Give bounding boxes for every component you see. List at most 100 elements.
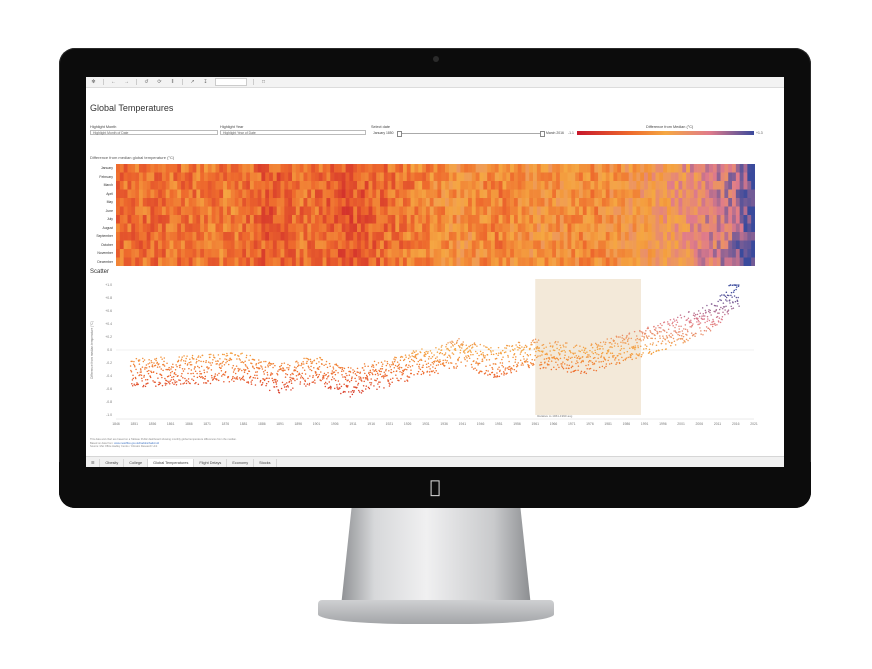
scatter-point[interactable] <box>545 357 548 360</box>
heatmap-cell[interactable] <box>724 249 729 258</box>
heatmap-cell[interactable] <box>131 172 136 182</box>
scatter-point[interactable] <box>597 357 599 359</box>
scatter-point[interactable] <box>161 376 163 379</box>
heatmap-cell[interactable] <box>739 181 744 190</box>
heatmap-cell[interactable] <box>498 181 503 190</box>
heatmap-cell[interactable] <box>678 223 683 233</box>
scatter-point[interactable] <box>267 380 270 383</box>
heatmap-cell[interactable] <box>150 189 155 199</box>
heatmap-cell[interactable] <box>601 223 607 233</box>
heatmap-cell[interactable] <box>709 232 714 241</box>
heatmap-cell[interactable] <box>299 181 304 190</box>
heatmap-cell[interactable] <box>292 223 297 233</box>
heatmap-cell[interactable] <box>135 189 140 199</box>
scatter-point[interactable] <box>473 342 476 344</box>
heatmap-cell[interactable] <box>686 232 691 241</box>
heatmap-cell[interactable] <box>391 215 396 224</box>
heatmap-cell[interactable] <box>728 215 733 224</box>
heatmap-cell[interactable] <box>181 240 186 250</box>
scatter-point[interactable] <box>584 370 586 373</box>
scatter-point[interactable] <box>235 365 238 367</box>
heatmap-cell[interactable] <box>223 223 228 233</box>
scatter-point[interactable] <box>413 351 416 354</box>
scatter-point[interactable] <box>518 341 521 344</box>
scatter-point[interactable] <box>456 339 459 342</box>
scatter-point[interactable] <box>179 379 181 382</box>
scatter-point[interactable] <box>704 309 707 312</box>
heatmap-cell[interactable] <box>448 198 454 207</box>
heatmap-cell[interactable] <box>299 215 304 224</box>
scatter-point[interactable] <box>613 345 616 347</box>
scatter-point[interactable] <box>197 355 200 357</box>
scatter-point[interactable] <box>377 362 380 364</box>
heatmap-cell[interactable] <box>517 257 522 267</box>
scatter-point[interactable] <box>560 346 562 349</box>
heatmap-cell[interactable] <box>314 198 320 207</box>
scatter-point[interactable] <box>409 360 411 363</box>
heatmap-cell[interactable] <box>318 232 323 241</box>
heatmap-cell[interactable] <box>292 189 297 199</box>
scatter-point[interactable] <box>271 377 273 380</box>
scatter-point[interactable] <box>154 358 156 360</box>
scatter-point[interactable] <box>395 370 398 372</box>
scatter-point[interactable] <box>719 321 722 324</box>
scatter-point[interactable] <box>390 371 393 374</box>
heatmap-cell[interactable] <box>624 189 630 199</box>
heatmap-cell[interactable] <box>429 257 434 267</box>
heatmap-cell[interactable] <box>307 249 312 258</box>
heatmap-cell[interactable] <box>391 189 396 199</box>
scatter-point[interactable] <box>275 381 277 383</box>
scatter-point[interactable] <box>304 380 307 383</box>
heatmap-cell[interactable] <box>640 181 645 190</box>
scatter-point[interactable] <box>392 363 395 366</box>
scatter-point[interactable] <box>464 358 466 361</box>
heatmap-cell[interactable] <box>131 249 136 258</box>
heatmap-cell[interactable] <box>123 232 128 241</box>
heatmap-cell[interactable] <box>395 232 400 241</box>
heatmap-cell[interactable] <box>743 189 748 199</box>
scatter-point[interactable] <box>642 352 644 354</box>
scatter-point[interactable] <box>423 354 426 356</box>
heatmap-cell[interactable] <box>693 240 698 250</box>
scatter-point[interactable] <box>217 360 219 362</box>
heatmap-cell[interactable] <box>364 232 369 241</box>
heatmap-cell[interactable] <box>341 181 346 190</box>
scatter-point[interactable] <box>594 351 597 354</box>
scatter-point[interactable] <box>231 367 234 369</box>
heatmap-cell[interactable] <box>540 181 545 190</box>
heatmap-cell[interactable] <box>234 181 239 190</box>
heatmap-cell[interactable] <box>674 198 679 207</box>
heatmap-cell[interactable] <box>456 215 461 224</box>
heatmap-cell[interactable] <box>670 172 675 182</box>
heatmap-cell[interactable] <box>165 189 170 199</box>
scatter-point[interactable] <box>616 343 619 345</box>
heatmap-cell[interactable] <box>337 232 343 241</box>
scatter-point[interactable] <box>403 358 406 361</box>
scatter-point[interactable] <box>460 347 463 349</box>
heatmap-cell[interactable] <box>743 257 748 267</box>
scatter-point[interactable] <box>419 368 422 371</box>
scatter-point[interactable] <box>390 368 393 371</box>
heatmap-cell[interactable] <box>632 164 637 173</box>
heatmap-cell[interactable] <box>712 257 718 267</box>
heatmap-cell[interactable] <box>533 257 538 267</box>
heatmap-cell[interactable] <box>456 249 461 258</box>
scatter-point[interactable] <box>134 384 136 387</box>
scatter-point[interactable] <box>313 367 315 369</box>
scatter-point[interactable] <box>233 380 235 382</box>
heatmap-cell[interactable] <box>506 198 511 207</box>
scatter-point[interactable] <box>589 355 592 358</box>
heatmap-cell[interactable] <box>372 181 377 190</box>
scatter-point[interactable] <box>360 392 363 394</box>
heatmap-cell[interactable] <box>670 249 675 258</box>
heatmap-cell[interactable] <box>490 198 496 207</box>
scatter-point[interactable] <box>431 356 434 358</box>
scatter-point[interactable] <box>147 372 150 375</box>
scatter-point[interactable] <box>586 351 588 353</box>
heatmap-cell[interactable] <box>188 172 193 182</box>
heatmap-cell[interactable] <box>127 223 132 233</box>
scatter-point[interactable] <box>454 343 456 346</box>
heatmap-cell[interactable] <box>586 249 591 258</box>
scatter-point[interactable] <box>481 358 484 361</box>
scatter-point[interactable] <box>444 353 446 356</box>
